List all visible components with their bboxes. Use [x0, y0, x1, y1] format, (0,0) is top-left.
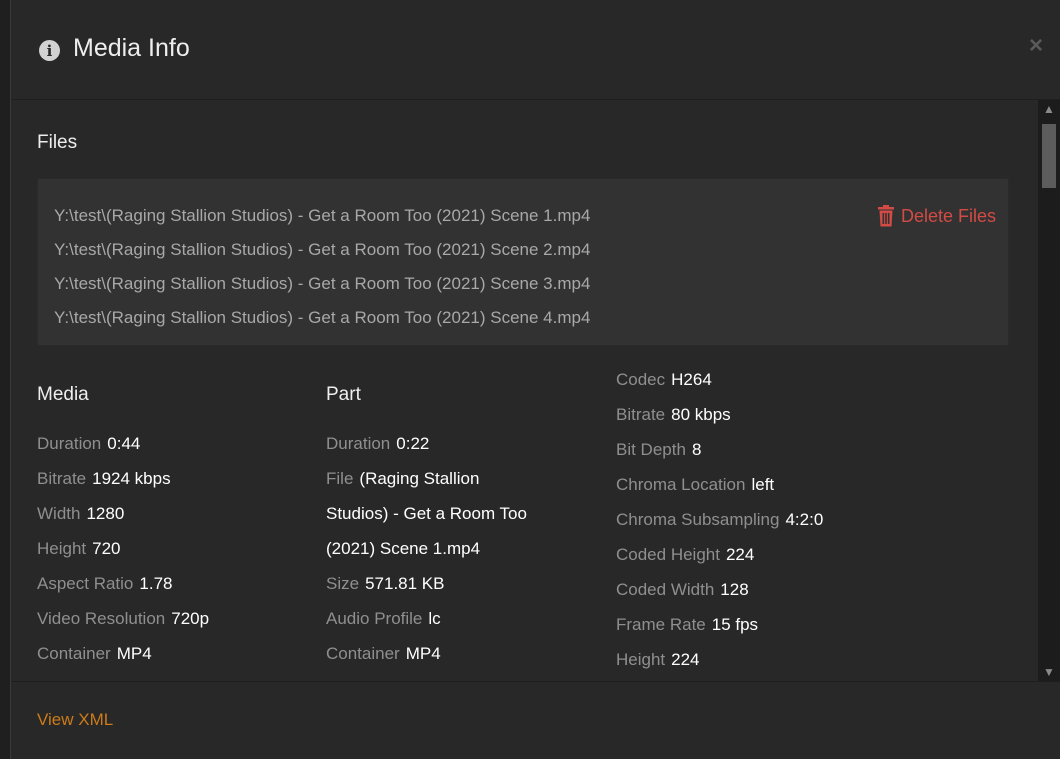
- media-row: Height 720: [37, 531, 209, 566]
- media-video-resolution-value: 720p: [171, 609, 210, 628]
- stream-row: Bitrate 80 kbps: [616, 397, 823, 432]
- stream-coded-height-value: 224: [725, 545, 755, 564]
- part-file-label: File: [326, 469, 354, 488]
- media-row: Video Resolution 720p: [37, 601, 209, 636]
- close-button[interactable]: ×: [1029, 34, 1043, 58]
- stream-chroma-location-value: left: [751, 475, 775, 494]
- modal-header: i Media Info ×: [11, 0, 1060, 100]
- part-file-value-line2: Studios) - Get a Room Too: [326, 504, 527, 523]
- part-size-value: 571.81 KB: [365, 574, 445, 593]
- stream-row: Frame Rate 15 fps: [616, 607, 823, 642]
- scroll-thumb[interactable]: [1042, 124, 1056, 188]
- part-audio-profile-label: Audio Profile: [326, 609, 423, 628]
- media-row: Width 1280: [37, 496, 209, 531]
- media-row: Aspect Ratio 1.78: [37, 566, 209, 601]
- stream-bitrate-label: Bitrate: [616, 405, 666, 424]
- part-row: Audio Profile lc: [326, 601, 527, 636]
- modal-body[interactable]: Files Y:\test\(Raging Stallion Studios) …: [11, 100, 1060, 681]
- stream-row: Chroma Subsampling 4:2:0: [616, 502, 823, 537]
- media-width-value: 1280: [86, 504, 125, 523]
- modal-footer: View XML: [11, 681, 1060, 759]
- media-height-label: Height: [37, 539, 87, 558]
- stream-chroma-subsampling-label: Chroma Subsampling: [616, 510, 780, 529]
- files-list: Y:\test\(Raging Stallion Studios) - Get …: [37, 178, 1009, 346]
- scroll-up-icon[interactable]: ▲: [1038, 100, 1060, 118]
- modal-title: Media Info: [73, 34, 190, 62]
- media-width-label: Width: [37, 504, 81, 523]
- scroll-down-icon[interactable]: ▼: [1038, 663, 1060, 681]
- stream-row: Coded Width 128: [616, 572, 823, 607]
- stream-row: Coded Height 224: [616, 537, 823, 572]
- stream-bit-depth-value: 8: [691, 440, 702, 459]
- media-row: Bitrate 1924 kbps: [37, 461, 209, 496]
- file-path-4: Y:\test\(Raging Stallion Studios) - Get …: [54, 308, 591, 327]
- media-column: Media Duration 0:44 Bitrate 1924 kbps Widt…: [37, 380, 209, 671]
- part-row: Container MP4: [326, 636, 527, 671]
- media-video-resolution-label: Video Resolution: [37, 609, 166, 628]
- stream-coded-width-value: 128: [720, 580, 749, 599]
- media-bitrate-value: 1924 kbps: [92, 469, 171, 488]
- trash-icon: [877, 205, 894, 227]
- media-height-value: 720: [92, 539, 121, 558]
- stream-frame-rate-value: 15 fps: [711, 615, 759, 634]
- media-duration-label: Duration: [37, 434, 102, 453]
- media-aspect-ratio-value: 1.78: [139, 574, 173, 593]
- stream-coded-width-label: Coded Width: [616, 580, 715, 599]
- view-xml-link[interactable]: View XML: [37, 710, 113, 730]
- stream-codec-value: H264: [671, 370, 712, 389]
- stream-bitrate-value: 80 kbps: [671, 405, 731, 424]
- part-section-title: Part: [326, 384, 361, 405]
- part-duration-label: Duration: [326, 434, 391, 453]
- stream-height-label: Height: [616, 650, 666, 669]
- media-info-modal: i Media Info × Files Y:\test\(Raging Sta…: [10, 0, 1060, 759]
- part-audio-profile-value: lc: [428, 609, 441, 628]
- part-row: File (Raging Stallion: [326, 461, 527, 496]
- stream-row: Chroma Location left: [616, 467, 823, 502]
- stream-frame-rate-label: Frame Rate: [616, 615, 706, 634]
- info-icon: i: [39, 40, 60, 61]
- stream-codec-label: Codec: [616, 370, 666, 389]
- media-row: Duration 0:44: [37, 426, 209, 461]
- media-container-label: Container: [37, 644, 111, 663]
- part-row: Duration 0:22: [326, 426, 527, 461]
- part-row: Size 571.81 KB: [326, 566, 527, 601]
- stream-chroma-location-label: Chroma Location: [616, 475, 746, 494]
- file-path-2: Y:\test\(Raging Stallion Studios) - Get …: [54, 240, 591, 259]
- stream-row: Height 224: [616, 642, 823, 677]
- vertical-scrollbar[interactable]: ▲ ▼: [1038, 100, 1060, 681]
- delete-files-button[interactable]: Delete Files: [877, 199, 996, 233]
- part-size-label: Size: [326, 574, 360, 593]
- media-row: Container MP4: [37, 636, 209, 671]
- file-path-1: Y:\test\(Raging Stallion Studios) - Get …: [54, 206, 591, 225]
- media-bitrate-label: Bitrate: [37, 469, 87, 488]
- media-container-value: MP4: [116, 644, 152, 663]
- stream-column: Codec H264 Bitrate 80 kbps Bit Depth 8 Chro…: [616, 362, 823, 677]
- part-file-value: (Raging Stallion: [359, 469, 480, 488]
- part-file-continued: Studios) - Get a Room Too: [326, 496, 527, 531]
- stream-coded-height-label: Coded Height: [616, 545, 720, 564]
- media-duration-value: 0:44: [107, 434, 141, 453]
- stream-height-value: 224: [671, 650, 700, 669]
- part-column: Part Duration 0:22 File (Raging Stallion S…: [326, 380, 527, 671]
- stream-bit-depth-label: Bit Depth: [616, 440, 686, 459]
- media-section-title: Media: [37, 384, 89, 405]
- part-duration-value: 0:22: [396, 434, 430, 453]
- stream-row: Codec H264: [616, 362, 823, 397]
- files-section-title: Files: [37, 132, 78, 153]
- part-file-value-line3: (2021) Scene 1.mp4: [326, 539, 481, 558]
- stream-chroma-subsampling-value: 4:2:0: [785, 510, 824, 529]
- part-container-label: Container: [326, 644, 400, 663]
- delete-files-label: Delete Files: [900, 206, 996, 226]
- part-container-value: MP4: [405, 644, 441, 663]
- stream-row: Bit Depth 8: [616, 432, 823, 467]
- media-aspect-ratio-label: Aspect Ratio: [37, 574, 134, 593]
- part-file-continued: (2021) Scene 1.mp4: [326, 531, 527, 566]
- file-path-3: Y:\test\(Raging Stallion Studios) - Get …: [54, 274, 591, 293]
